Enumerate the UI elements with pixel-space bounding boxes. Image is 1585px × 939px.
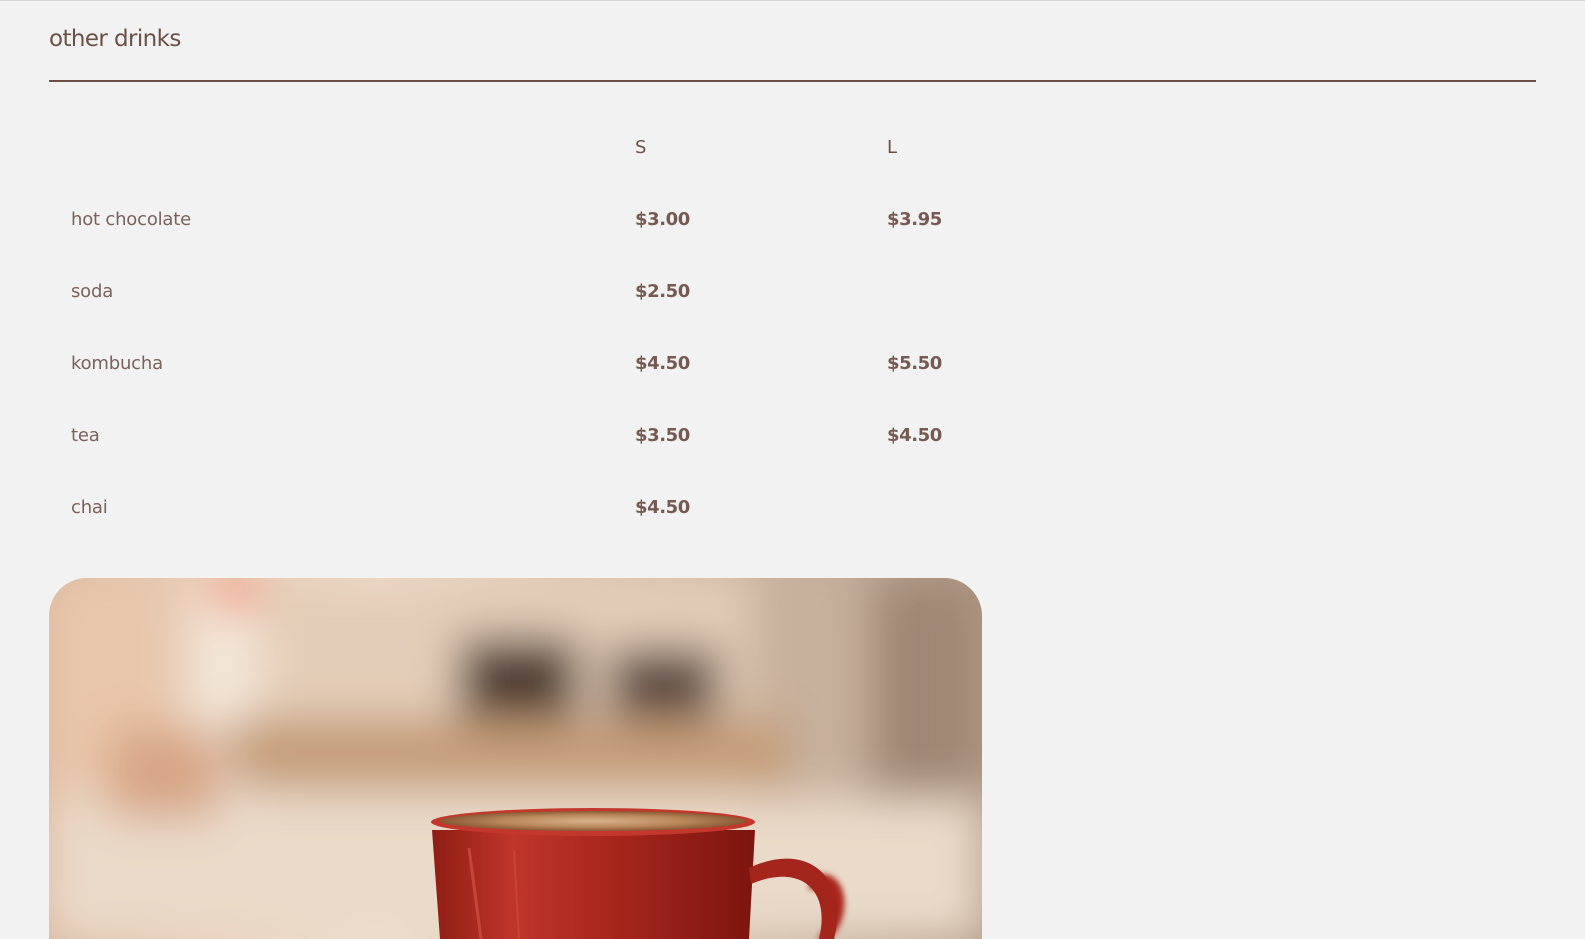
table-row: hot chocolate $3.00 $3.95	[49, 184, 989, 256]
section-title: other drinks	[49, 26, 181, 52]
top-border	[0, 0, 1585, 1]
price-small: $2.50	[635, 281, 690, 302]
drink-name: hot chocolate	[71, 209, 191, 230]
price-small: $4.50	[635, 353, 690, 374]
price-large: $3.95	[887, 209, 942, 230]
drink-name: chai	[71, 497, 108, 518]
table-row: soda $2.50	[49, 256, 989, 328]
table-row: chai $4.50	[49, 472, 989, 544]
drink-name: tea	[71, 425, 100, 446]
coffee-cup-photo	[49, 578, 982, 939]
price-small: $4.50	[635, 497, 690, 518]
header-size-large: L	[887, 137, 897, 158]
price-small: $3.00	[635, 209, 690, 230]
drink-name: soda	[71, 281, 114, 302]
price-large: $5.50	[887, 353, 942, 374]
price-large: $4.50	[887, 425, 942, 446]
price-small: $3.50	[635, 425, 690, 446]
section-divider	[49, 80, 1536, 82]
drink-name: kombucha	[71, 353, 163, 374]
price-table: S L hot chocolate $3.00 $3.95 soda $2.50…	[49, 112, 989, 544]
table-header-row: S L	[49, 112, 989, 184]
table-row: kombucha $4.50 $5.50	[49, 328, 989, 400]
header-size-small: S	[635, 137, 647, 158]
table-row: tea $3.50 $4.50	[49, 400, 989, 472]
